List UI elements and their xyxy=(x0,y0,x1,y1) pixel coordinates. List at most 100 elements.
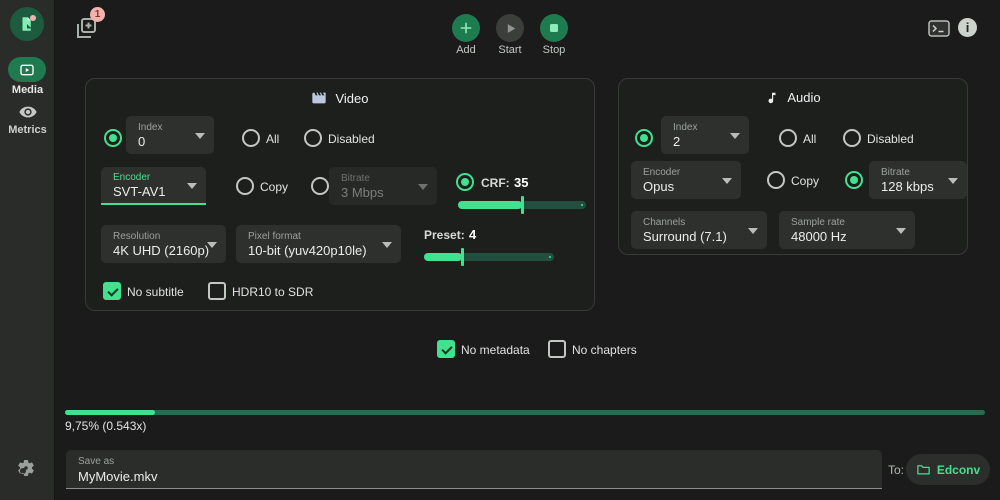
filename-input[interactable] xyxy=(78,469,870,485)
video-index-value: 0 xyxy=(138,134,188,150)
video-bitrate-label: Bitrate xyxy=(341,172,411,185)
video-crf-label: CRF: xyxy=(481,176,510,190)
audio-index-radio[interactable] xyxy=(635,129,653,147)
video-disabled-radio[interactable] xyxy=(304,129,322,147)
video-pixel-format-label: Pixel format xyxy=(248,230,375,243)
settings-button[interactable] xyxy=(16,458,38,480)
sidebar-label-metrics: Metrics xyxy=(0,124,55,136)
audio-bitrate-value: 128 kbps xyxy=(881,179,941,195)
video-panel-title: Video xyxy=(86,90,594,106)
destination-button[interactable]: Edconv xyxy=(906,454,990,485)
chevron-down-icon xyxy=(382,242,392,248)
folder-icon xyxy=(916,462,931,477)
chevron-down-icon xyxy=(722,178,732,184)
info-icon: i xyxy=(966,20,970,35)
audio-bitrate-radio[interactable] xyxy=(845,171,863,189)
save-as-field[interactable]: Save as xyxy=(66,450,882,489)
video-copy-radio[interactable] xyxy=(236,177,254,195)
video-panel: Video Index 0 All Disabled Encoder SVT-A… xyxy=(85,78,595,311)
info-button[interactable]: i xyxy=(958,18,977,37)
video-disabled-label: Disabled xyxy=(328,132,375,146)
chevron-down-icon xyxy=(207,242,217,248)
audio-sample-rate-dropdown[interactable]: Sample rate 48000 Hz xyxy=(779,211,915,249)
audio-index-dropdown[interactable]: Index 2 xyxy=(661,116,749,154)
progress-text: 9,75% (0.543x) xyxy=(65,419,146,433)
preset-slider-fill xyxy=(424,253,462,261)
crf-slider-thumb[interactable] xyxy=(521,196,524,214)
video-index-dropdown[interactable]: Index 0 xyxy=(126,116,214,154)
destination-label: Edconv xyxy=(937,463,980,477)
video-resolution-value: 4K UHD (2160p) xyxy=(113,243,200,259)
slider-end-dot xyxy=(549,256,551,258)
audio-disabled-label: Disabled xyxy=(867,132,914,146)
chevron-down-icon xyxy=(730,133,740,139)
hdr10-to-sdr-checkbox[interactable] xyxy=(208,282,226,300)
preset-slider-thumb[interactable] xyxy=(461,248,464,266)
audio-bitrate-dropdown[interactable]: Bitrate 128 kbps xyxy=(869,161,967,199)
no-chapters-label: No chapters xyxy=(572,343,637,357)
video-library-icon xyxy=(19,62,35,78)
audio-disabled-radio[interactable] xyxy=(843,129,861,147)
video-preset-slider[interactable] xyxy=(424,253,554,261)
no-metadata-label: No metadata xyxy=(461,343,530,357)
no-metadata-checkbox[interactable] xyxy=(437,340,455,358)
music-note-icon xyxy=(765,91,779,105)
video-bitrate-dropdown[interactable]: Bitrate 3 Mbps xyxy=(329,167,437,205)
video-crf-radio[interactable] xyxy=(456,173,474,191)
terminal-icon xyxy=(928,20,950,37)
stop-icon xyxy=(548,22,560,34)
audio-channels-dropdown[interactable]: Channels Surround (7.1) xyxy=(631,211,767,249)
add-button[interactable] xyxy=(452,14,480,42)
slider-end-dot xyxy=(581,204,583,206)
no-subtitle-checkbox[interactable] xyxy=(103,282,121,300)
chevron-down-icon xyxy=(195,133,205,139)
start-button[interactable] xyxy=(496,14,524,42)
video-copy-label: Copy xyxy=(260,180,288,194)
sidebar-item-metrics[interactable] xyxy=(17,102,39,122)
movie-icon xyxy=(311,90,327,106)
sidebar-item-media[interactable] xyxy=(8,57,46,82)
no-subtitle-label: No subtitle xyxy=(127,285,184,299)
video-crf-value: 35 xyxy=(514,175,528,190)
no-chapters-checkbox[interactable] xyxy=(548,340,566,358)
chevron-down-icon xyxy=(187,183,197,189)
start-button-label: Start xyxy=(488,44,532,56)
stop-button[interactable] xyxy=(540,14,568,42)
video-resolution-label: Resolution xyxy=(113,230,200,243)
queue-count-badge: 1 xyxy=(90,7,105,22)
sidebar: Media Metrics xyxy=(0,0,55,500)
audio-encoder-value: Opus xyxy=(643,179,715,195)
audio-bitrate-label: Bitrate xyxy=(881,166,941,179)
video-index-radio[interactable] xyxy=(104,129,122,147)
video-bitrate-radio[interactable] xyxy=(311,177,329,195)
video-resolution-dropdown[interactable]: Resolution 4K UHD (2160p) xyxy=(101,225,226,263)
app-logo[interactable] xyxy=(10,7,44,41)
terminal-button[interactable] xyxy=(928,20,950,37)
notification-dot-icon xyxy=(30,15,36,21)
audio-copy-radio[interactable] xyxy=(767,171,785,189)
chevron-down-icon xyxy=(896,228,906,234)
video-all-label: All xyxy=(266,132,279,146)
gear-icon xyxy=(16,458,36,478)
video-pixel-format-dropdown[interactable]: Pixel format 10-bit (yuv420p10le) xyxy=(236,225,401,263)
video-crf-slider[interactable] xyxy=(458,201,586,209)
audio-title: Audio xyxy=(787,90,820,105)
audio-sample-rate-value: 48000 Hz xyxy=(791,229,889,245)
audio-channels-value: Surround (7.1) xyxy=(643,229,741,245)
audio-sample-rate-label: Sample rate xyxy=(791,216,889,229)
audio-all-radio[interactable] xyxy=(779,129,797,147)
chevron-down-icon xyxy=(748,228,758,234)
crf-slider-fill xyxy=(458,201,522,209)
hdr10-to-sdr-label: HDR10 to SDR xyxy=(232,285,313,299)
audio-panel: Audio Index 2 All Disabled Encoder Opus … xyxy=(618,78,968,255)
video-all-radio[interactable] xyxy=(242,129,260,147)
audio-encoder-dropdown[interactable]: Encoder Opus xyxy=(631,161,741,199)
to-label: To: xyxy=(888,463,904,477)
progress-bar xyxy=(65,410,985,415)
eye-icon xyxy=(17,102,39,122)
video-preset-value: 4 xyxy=(469,227,476,242)
audio-index-value: 2 xyxy=(673,134,723,150)
chevron-down-icon xyxy=(948,178,958,184)
play-icon xyxy=(504,22,517,35)
video-encoder-dropdown[interactable]: Encoder SVT-AV1 xyxy=(101,167,206,205)
